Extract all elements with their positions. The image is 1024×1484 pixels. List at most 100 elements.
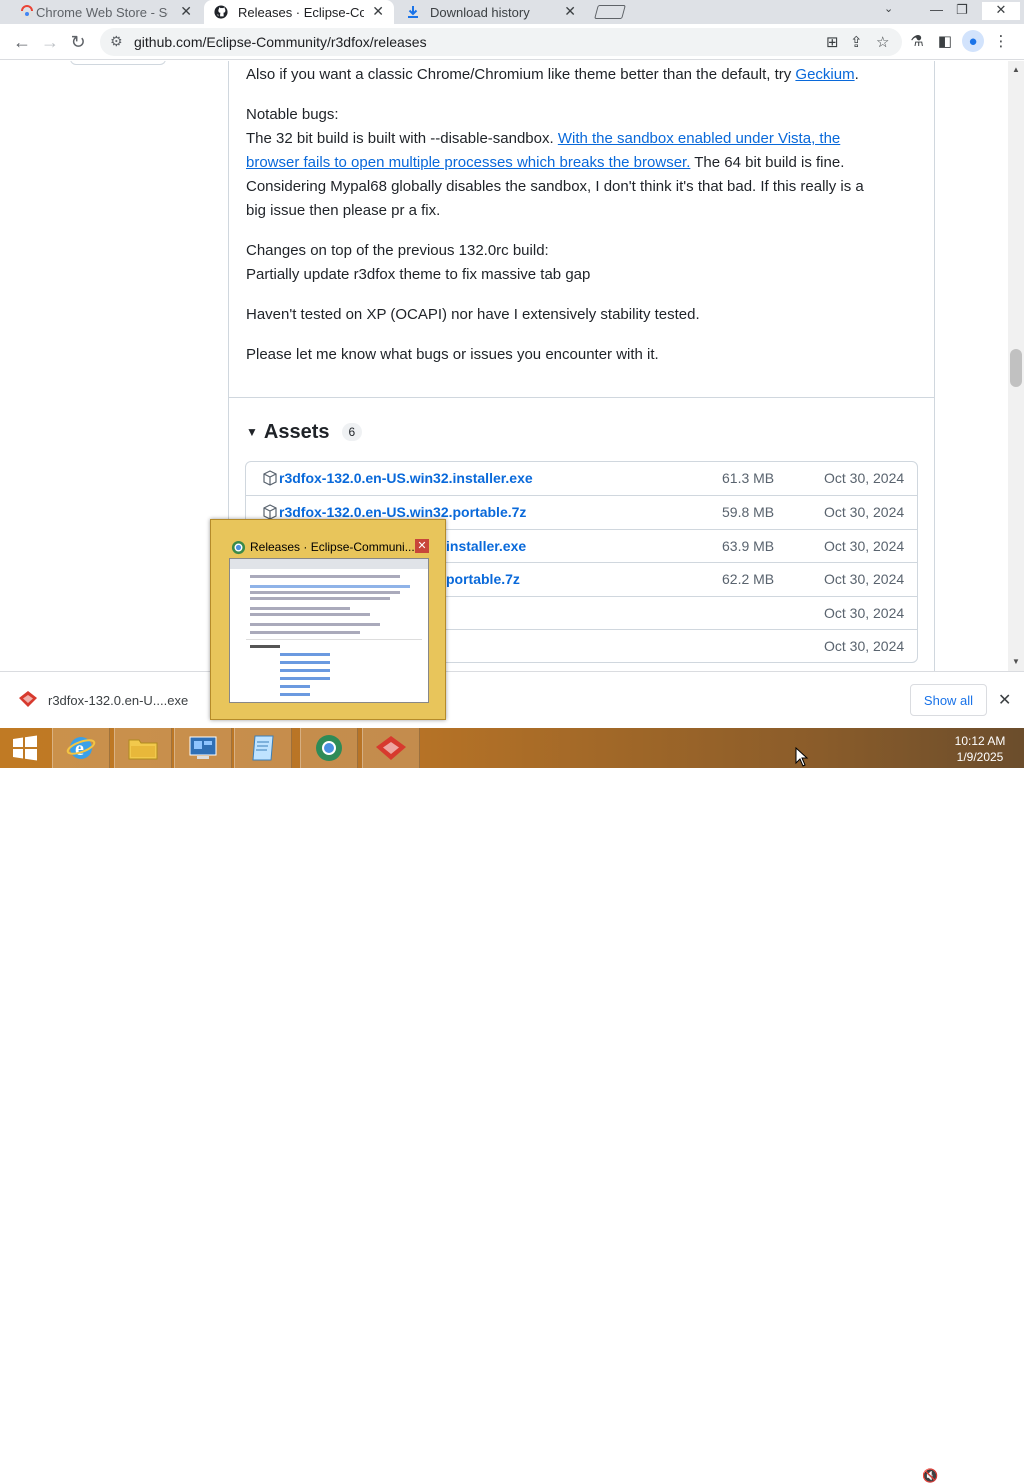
asset-date: Oct 30, 2024 <box>824 538 905 554</box>
network-icon[interactable]: ▦ <box>898 1468 910 1484</box>
download-bar: r3dfox-132.0.en-U....exe Show all ✕ <box>0 671 1024 728</box>
paragraph-text: The 64 bit build is fine. <box>690 154 845 171</box>
close-window-button[interactable]: ✕ <box>982 2 1020 20</box>
tab-releases[interactable]: Releases · Eclipse-Comm ✕ <box>204 0 394 24</box>
tab-close-icon[interactable]: ✕ <box>372 3 384 20</box>
paragraph-text: Partially update r3dfox theme to fix mas… <box>246 266 591 283</box>
asset-date: Oct 30, 2024 <box>824 605 905 621</box>
download-filename[interactable]: r3dfox-132.0.en-U....exe <box>48 693 188 708</box>
asset-date: Oct 30, 2024 <box>824 571 905 587</box>
tab-close-icon[interactable]: ✕ <box>180 3 192 20</box>
new-tab-button[interactable] <box>594 5 626 19</box>
scrollbar-thumb[interactable] <box>1010 349 1022 387</box>
r3dfox-icon <box>376 736 406 760</box>
menu-kebab-icon[interactable]: ⋮ <box>990 30 1012 52</box>
extension-flask-icon[interactable]: ⚗ <box>906 30 928 52</box>
mini-text-line <box>250 631 360 634</box>
paragraph-text: The 32 bit build is built with --disable… <box>246 130 558 147</box>
asset-link[interactable]: r3dfox-132.0.en-US.win32.portable.7z <box>279 504 526 520</box>
asset-link[interactable]: portable.7z <box>446 571 520 587</box>
browser-icon <box>316 735 342 761</box>
taskbar-thumbnail-preview[interactable]: Releases · Eclipse-Communi... ✕ <box>210 519 446 720</box>
scroll-up-icon[interactable]: ▲ <box>1012 65 1020 74</box>
divider <box>229 397 935 398</box>
reload-icon[interactable]: ↻ <box>66 30 90 54</box>
clock-time: 10:12 AM <box>954 734 1006 748</box>
taskbar-notepad[interactable] <box>234 728 292 768</box>
assets-title: Assets <box>263 420 330 443</box>
page-content: Also if you want a classic Chrome/Chromi… <box>0 61 1008 671</box>
theme-paragraph: Also if you want a classic Chrome/Chromi… <box>246 63 859 87</box>
asset-link[interactable]: installer.exe <box>446 538 526 554</box>
share-icon[interactable]: ⇪ <box>850 33 863 51</box>
tab-title: Download history <box>430 4 530 20</box>
taskbar-r3dfox[interactable] <box>362 728 420 768</box>
changes-paragraph: Changes on top of the previous 132.0rc b… <box>246 239 590 287</box>
side-panel-icon[interactable]: ◧ <box>934 30 956 52</box>
volume-muted-icon[interactable]: 🔇 <box>922 1468 938 1484</box>
package-icon <box>263 470 277 486</box>
thumbnail-title: Releases · Eclipse-Communi... <box>250 540 415 554</box>
windows-logo-icon <box>13 735 37 761</box>
feedback-paragraph: Please let me know what bugs or issues y… <box>246 346 659 363</box>
taskbar-explorer[interactable] <box>114 728 172 768</box>
asset-size: 59.8 MB <box>722 504 775 520</box>
notepad-icon <box>252 735 274 761</box>
tab-title: Releases · Eclipse-Comm <box>238 4 364 20</box>
asset-date: Oct 30, 2024 <box>824 504 905 520</box>
scroll-down-icon[interactable]: ▼ <box>1012 657 1020 666</box>
back-icon[interactable]: ← <box>10 30 34 54</box>
mini-divider <box>246 639 422 640</box>
mini-asset-rows <box>280 653 420 702</box>
asset-row: r3dfox-132.0.en-US.win32.installer.exe 6… <box>246 462 917 495</box>
sandbox-vista-link[interactable]: With the sandbox enabled under Vista, th… <box>558 130 840 147</box>
toolbar: ← → ↻ ⚙ github.com/Eclipse-Community/r3d… <box>0 24 1024 60</box>
taskbar-control-panel[interactable] <box>174 728 232 768</box>
clock-date: 1/9/2025 <box>956 750 1004 764</box>
thumbnail-close-icon[interactable]: ✕ <box>415 539 429 553</box>
tab-chrome-web-store[interactable]: Chrome Web Store - Se ✕ <box>14 0 198 24</box>
mini-text-line <box>250 645 280 648</box>
sandbox-vista-link-cont[interactable]: browser fails to open multiple processes… <box>246 154 690 171</box>
tested-paragraph: Haven't tested on XP (OCAPI) nor have I … <box>246 306 700 323</box>
system-clock[interactable]: 10:12 AM 1/9/2025 <box>950 733 1010 765</box>
forward-icon[interactable]: → <box>38 30 62 54</box>
minimize-button[interactable]: — <box>930 2 943 17</box>
site-info-icon[interactable]: ⚙ <box>110 33 123 50</box>
profile-avatar-icon[interactable]: ● <box>962 30 984 52</box>
mini-text-line <box>250 591 400 594</box>
restore-button[interactable]: ❐ <box>956 2 968 18</box>
mini-text-line <box>250 597 390 600</box>
address-bar[interactable]: ⚙ github.com/Eclipse-Community/r3dfox/re… <box>100 28 902 56</box>
tab-search-icon[interactable]: ⌄ <box>884 2 893 15</box>
tab-strip: Chrome Web Store - Se ✕ Releases · Eclip… <box>0 0 1024 24</box>
show-all-button[interactable]: Show all <box>910 684 987 716</box>
mini-text-line <box>250 575 400 578</box>
asset-link[interactable]: r3dfox-132.0.en-US.win32.installer.exe <box>279 470 533 486</box>
mini-toolbar <box>230 559 428 569</box>
asset-size: 63.9 MB <box>722 538 775 554</box>
install-app-icon[interactable]: ⊞ <box>826 33 839 51</box>
paragraph-text: . <box>854 66 859 83</box>
paragraph-text: Also if you want a classic Chrome/Chromi… <box>246 66 796 83</box>
mini-text-line <box>250 585 410 588</box>
taskbar-ie[interactable]: e <box>52 728 110 768</box>
tab-close-icon[interactable]: ✕ <box>564 3 576 20</box>
r3dfox-file-icon <box>19 691 37 707</box>
tab-download-history[interactable]: Download history ✕ <box>400 0 584 24</box>
browser-icon <box>231 540 246 555</box>
action-center-flag-icon[interactable]: ⚑ <box>874 1468 886 1484</box>
control-panel-icon <box>189 736 217 759</box>
taskbar-browser[interactable] <box>300 728 358 768</box>
mini-text-line <box>250 623 380 626</box>
show-hidden-icons-icon[interactable]: ▲ <box>852 1468 862 1479</box>
assets-count-badge: 6 <box>341 423 363 441</box>
bookmark-star-icon[interactable]: ☆ <box>876 33 889 51</box>
file-explorer-icon <box>128 739 158 760</box>
close-download-bar-icon[interactable]: ✕ <box>998 690 1011 710</box>
chrome-web-store-icon <box>21 5 33 18</box>
vertical-scrollbar[interactable]: ▲ ▼ <box>1008 61 1024 671</box>
start-button[interactable] <box>0 728 50 768</box>
assets-header[interactable]: ▼ Assets 6 <box>246 418 363 446</box>
geckium-link[interactable]: Geckium <box>795 66 854 83</box>
